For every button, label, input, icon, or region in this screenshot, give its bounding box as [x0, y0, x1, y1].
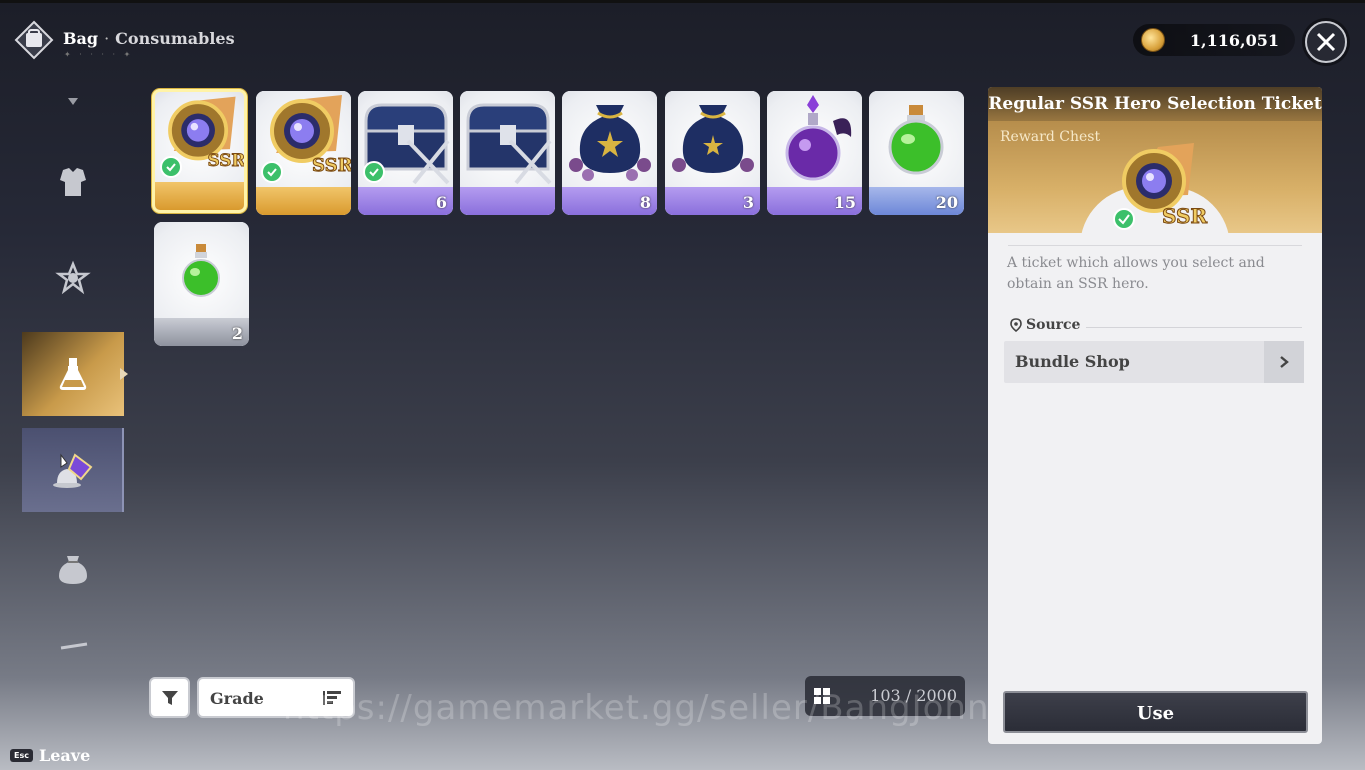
item-card-ssr-ticket-1[interactable]: SSR	[152, 89, 247, 213]
gem-pouch-icon	[55, 260, 91, 295]
location-pin-icon	[1010, 318, 1022, 332]
breadcrumb-consumables: Consumables	[115, 29, 235, 48]
filter-icon	[161, 690, 178, 705]
source-divider	[1086, 327, 1302, 328]
use-button-label: Use	[1136, 703, 1175, 724]
crystal-shard-icon	[53, 453, 93, 488]
breadcrumb-bag[interactable]: Bag	[63, 29, 98, 48]
arrow-down-icon	[68, 98, 78, 105]
sidebar-item-more[interactable]	[22, 636, 124, 652]
item-card-reward-chest-2[interactable]	[460, 91, 555, 215]
item-count: 15	[833, 193, 856, 212]
source-go-button[interactable]	[1264, 341, 1304, 383]
bag-icon	[59, 556, 87, 584]
potion-flask-icon	[59, 358, 87, 390]
header-decoration: ✦ · · · · ✦	[64, 50, 134, 59]
item-card-pouch-1[interactable]: 8	[562, 91, 657, 215]
ssr-ticket-icon: SSR	[1113, 143, 1208, 230]
panel-divider	[1008, 245, 1302, 246]
breadcrumb: Bag · Consumables	[63, 29, 235, 48]
check-icon	[160, 156, 182, 178]
sidebar-item-bag[interactable]	[22, 526, 124, 610]
gold-amount: 1,116,051	[1189, 31, 1279, 50]
grade-band	[155, 182, 244, 210]
check-icon	[261, 161, 283, 183]
sidebar-item-equipment[interactable]	[22, 140, 124, 224]
sidebar-scroll-up[interactable]	[22, 88, 124, 114]
sidebar-item-consumables[interactable]	[22, 332, 124, 416]
source-bundle-shop[interactable]: Bundle Shop	[1004, 341, 1304, 383]
item-card-green-potion[interactable]: 20	[869, 91, 964, 215]
grade-band	[256, 187, 351, 215]
leave-button[interactable]: Esc Leave	[10, 746, 90, 765]
breadcrumb-separator: ·	[104, 29, 110, 48]
close-icon	[1316, 32, 1336, 52]
close-button[interactable]	[1305, 21, 1347, 63]
top-frame	[0, 0, 1365, 3]
leave-label: Leave	[38, 746, 91, 765]
svg-text:SSR: SSR	[207, 150, 244, 170]
item-card-small-green-potion[interactable]: 2	[154, 222, 249, 346]
use-button[interactable]: Use	[1003, 691, 1308, 733]
armor-icon	[60, 168, 86, 196]
gold-currency: 1,116,051	[1133, 24, 1295, 56]
gold-coin-icon	[1141, 28, 1165, 52]
watermark: https://gamemarket.gg/seller/BangJohn	[283, 688, 990, 728]
check-icon	[363, 161, 385, 183]
item-card-purple-potion[interactable]: 15	[767, 91, 862, 215]
grade-band	[460, 187, 555, 215]
item-count: 6	[435, 193, 447, 212]
item-count: 8	[639, 193, 651, 212]
sidebar-item-materials[interactable]	[22, 236, 124, 320]
chevron-right-icon	[1280, 356, 1289, 368]
esc-key-hint: Esc	[10, 749, 33, 762]
item-count: 3	[742, 193, 754, 212]
item-type: Reward Chest	[1000, 129, 1101, 145]
filter-button[interactable]	[149, 677, 190, 718]
item-detail-panel: Regular SSR Hero Selection Ticket Reward…	[988, 87, 1322, 744]
svg-text:SSR: SSR	[312, 155, 351, 176]
item-card-reward-chest-1[interactable]: 6	[358, 91, 453, 215]
sort-label: Grade	[210, 689, 264, 708]
item-card-pouch-2[interactable]: 3	[665, 91, 760, 215]
item-description: A ticket which allows you select and obt…	[1007, 255, 1265, 292]
source-heading: Source	[1010, 317, 1080, 333]
sidebar-item-crystals[interactable]	[22, 428, 124, 512]
sword-icon	[60, 642, 88, 650]
bag-emblem-icon	[14, 20, 54, 60]
item-title: Regular SSR Hero Selection Ticket	[988, 94, 1322, 114]
item-count: 2	[231, 324, 243, 343]
source-heading-text: Source	[1026, 317, 1081, 333]
active-tab-caret	[120, 368, 128, 380]
ssr-badge: SSR	[1162, 204, 1207, 228]
item-count: 20	[935, 193, 958, 212]
item-card-ssr-ticket-2[interactable]: SSR	[256, 91, 351, 215]
source-name: Bundle Shop	[1015, 352, 1130, 371]
